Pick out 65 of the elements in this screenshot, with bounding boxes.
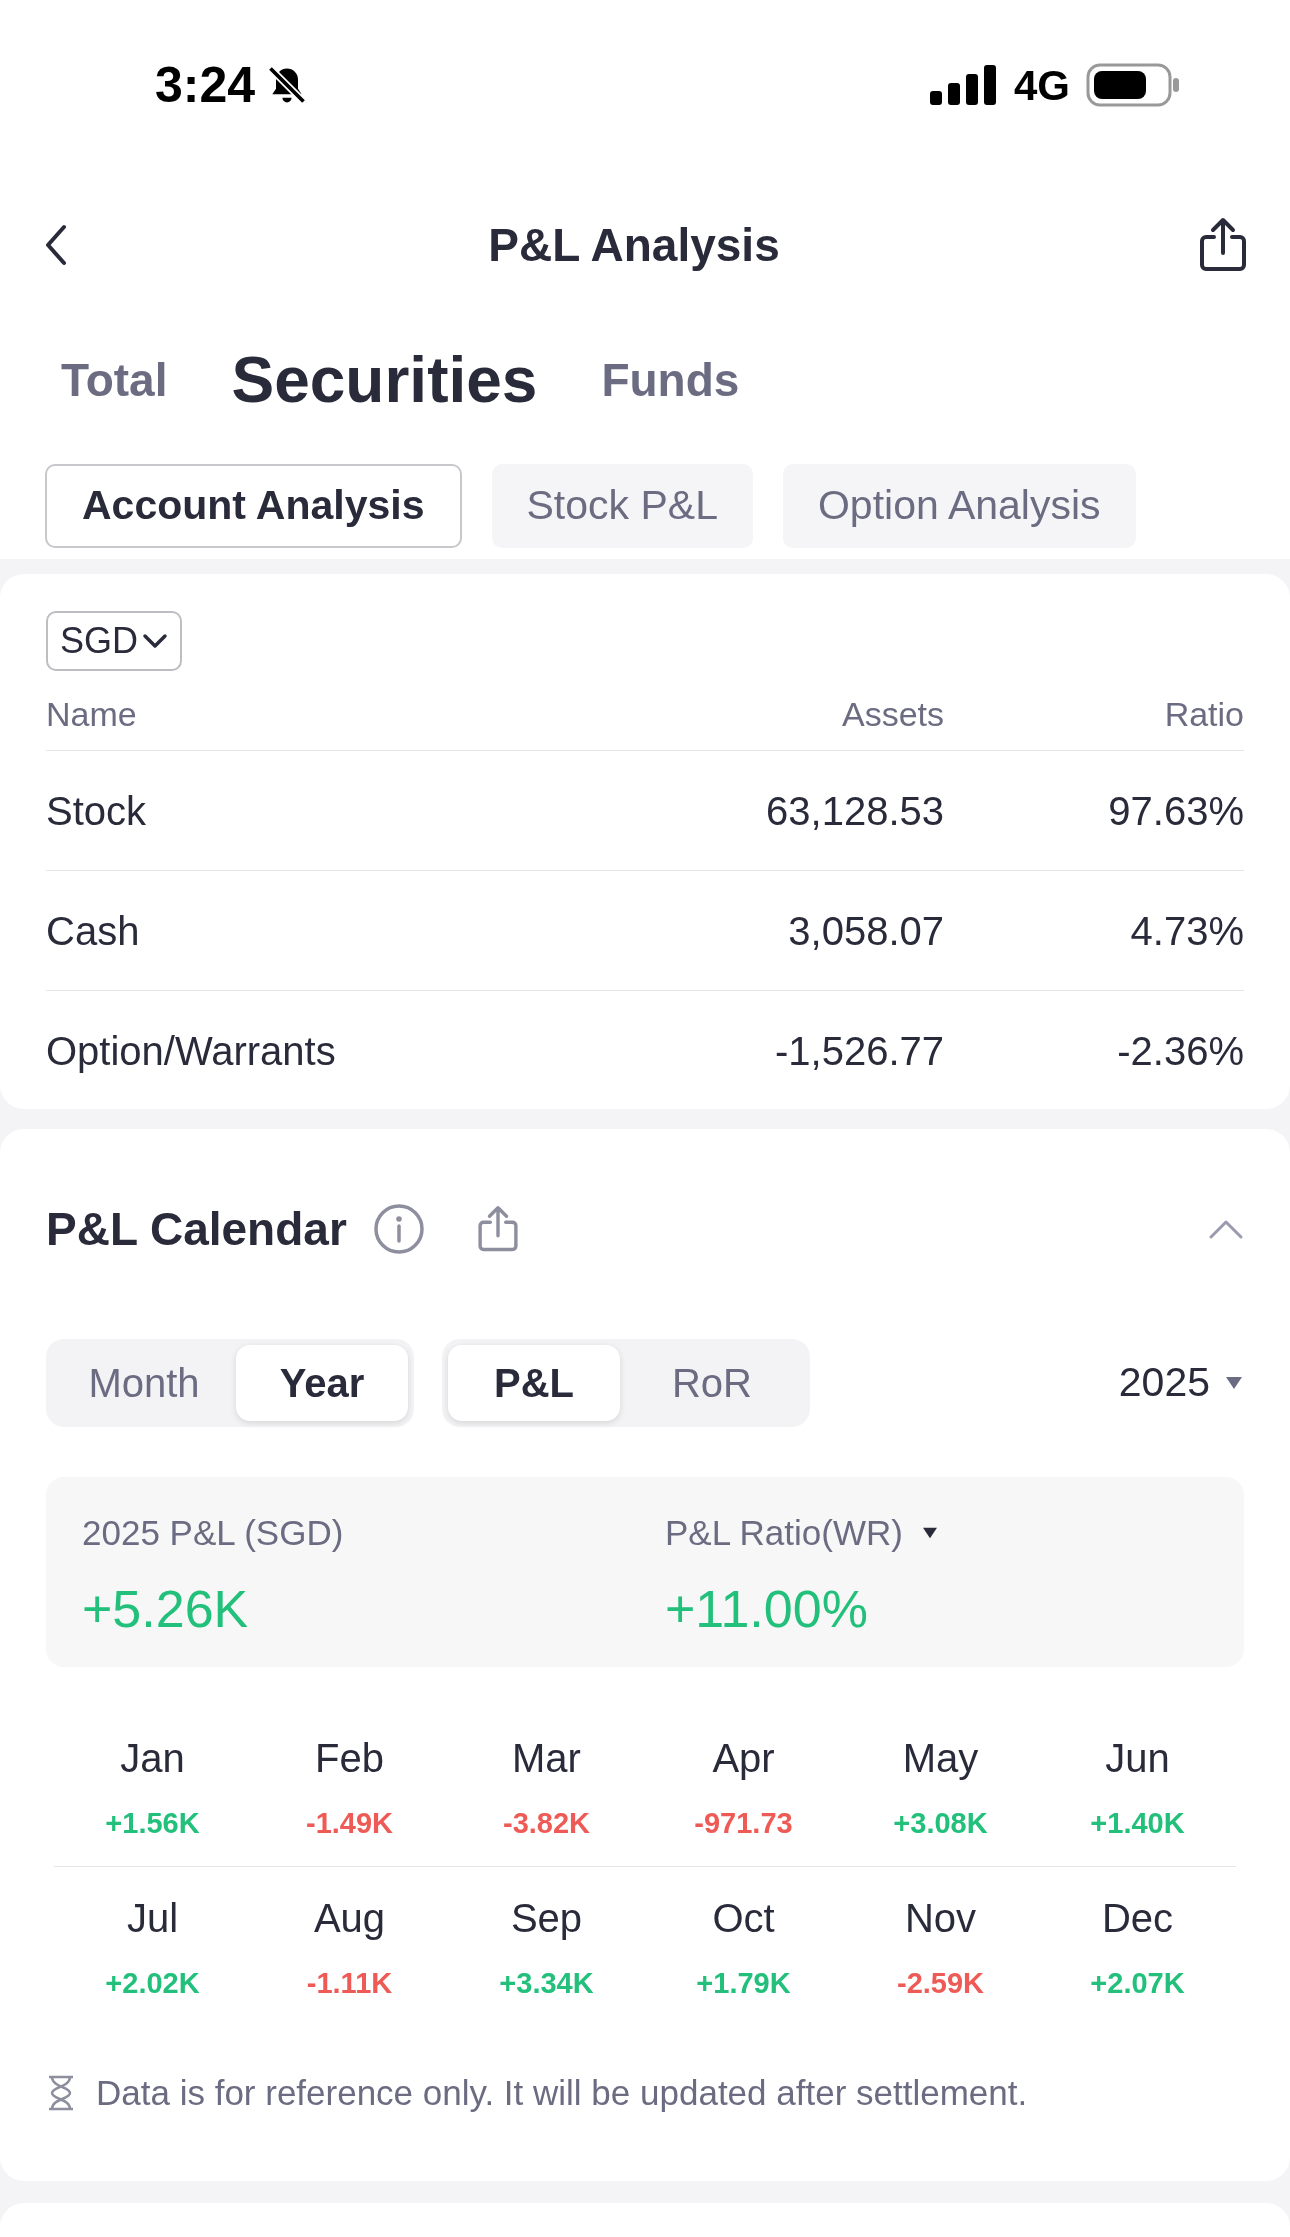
month-value: -2.59K (896, 1966, 984, 2002)
info-icon[interactable] (372, 1203, 425, 1255)
category-tab[interactable]: Total (61, 345, 168, 415)
month-value: -3.82K (502, 1805, 590, 1841)
asset-name: Cash (46, 907, 141, 955)
month-value: -1.49K (305, 1805, 393, 1841)
hourglass-icon (46, 2075, 76, 2112)
analysis-tab[interactable]: Account Analysis (45, 464, 462, 548)
toggle-option[interactable]: Year (236, 1345, 408, 1421)
month-value: -971.73 (694, 1805, 793, 1841)
column-header: Ratio (1163, 694, 1244, 735)
month-value: +1.79K (696, 1966, 791, 2002)
asset-name: Stock (46, 787, 148, 835)
year-dropdown[interactable]: 2025 (1118, 1352, 1244, 1414)
toggle-option[interactable]: RoR (620, 1345, 804, 1421)
asset-ratio: 4.73% (1129, 907, 1244, 955)
toggle-option[interactable]: P&L (448, 1345, 620, 1421)
asset-value: -1,526.77 (773, 1028, 944, 1075)
disclaimer-note: Data is for reference only. It will be updated after settlement. (96, 2072, 1028, 2114)
network-label: 4G (1013, 60, 1070, 111)
month-value: +3.34K (499, 1966, 594, 2002)
asset-value: 63,128.53 (765, 787, 944, 835)
asset-name: Option/Warrants (46, 1028, 337, 1075)
asset-ratio: 97.63% (1107, 787, 1244, 835)
summary-value: +11.00% (665, 1578, 868, 1640)
month-value: +3.08K (893, 1805, 988, 1841)
asset-value: 3,058.07 (787, 907, 944, 955)
month-label: Jul (126, 1895, 179, 1943)
page-title: P&L Analysis (488, 217, 780, 273)
collapse-icon[interactable] (1208, 1218, 1244, 1240)
analysis-tab[interactable]: Option Analysis (782, 464, 1136, 548)
triangle-down-icon (920, 1526, 939, 1541)
clock-time: 3:24 (155, 55, 256, 115)
month-value: -1.11K (306, 1966, 393, 2002)
battery-icon (1086, 63, 1180, 107)
month-label: Feb (315, 1734, 384, 1782)
summary-value: +5.26K (82, 1578, 249, 1640)
chevron-down-icon (142, 632, 168, 650)
month-label: May (902, 1734, 979, 1782)
section-title: P&L Calendar (46, 1201, 347, 1257)
toggle-option[interactable]: Month (52, 1345, 236, 1421)
month-label: Oct (712, 1895, 775, 1943)
column-header: Name (46, 694, 138, 735)
analysis-tab[interactable]: Stock P&L (491, 464, 753, 548)
month-label: Jun (1105, 1734, 1170, 1782)
month-value: +2.02K (105, 1966, 200, 2002)
month-label: Dec (1101, 1895, 1174, 1943)
month-label: Mar (512, 1734, 581, 1782)
month-label: Sep (510, 1895, 583, 1943)
month-label: Aug (313, 1895, 386, 1943)
month-value: +1.56K (105, 1805, 200, 1841)
month-label: Apr (712, 1734, 775, 1782)
month-label: Nov (904, 1895, 977, 1943)
month-value: +1.40K (1090, 1805, 1185, 1841)
column-header: Assets (840, 694, 944, 735)
month-value: +2.07K (1090, 1966, 1185, 2002)
currency-dropdown[interactable]: SGD (46, 611, 182, 671)
signal-icon (929, 65, 998, 105)
summary-label: 2025 P&L (SGD) (82, 1512, 344, 1554)
ratio-dropdown[interactable]: P&L Ratio(WR) (665, 1507, 939, 1560)
month-label: Jan (120, 1734, 185, 1782)
category-tab[interactable]: Securities (231, 332, 538, 428)
asset-ratio: -2.36% (1116, 1028, 1244, 1075)
category-tab[interactable]: Funds (601, 345, 740, 415)
triangle-down-icon (1224, 1375, 1244, 1391)
